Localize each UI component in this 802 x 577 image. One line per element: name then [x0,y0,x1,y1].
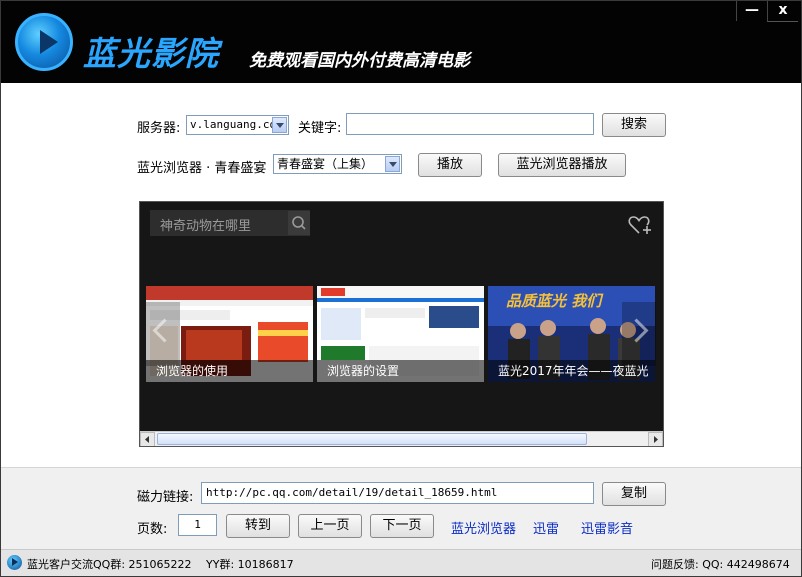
search-button[interactable]: 搜索 [602,113,666,137]
video-card-list: 浏览器的使用 浏览器的设置 品质蓝光 我们 蓝光2017年年会——夜蓝光 [146,286,663,382]
status-logo-icon [7,555,22,570]
goto-button[interactable]: 转到 [226,514,290,538]
app-slogan: 免费观看国内外付费高清电影 [249,51,470,71]
browser-play-button[interactable]: 蓝光浏览器播放 [498,153,626,177]
link-xunlei[interactable]: 迅雷 [533,518,559,537]
magnet-label: 磁力链接: [137,490,194,505]
embedded-browser: 神奇动物在哪里 浏览器的使用 浏览器的设置 品质蓝光 我们 蓝光2017年年会—… [139,201,664,447]
chevron-left-icon[interactable] [146,302,180,366]
status-bar: 蓝光客户交流QQ群: 251065222 YY群: 10186817 问题反馈:… [1,549,801,576]
qq-group-text: 蓝光客户交流QQ群: 251065222 [27,558,192,571]
server-value: v.languang.com [190,118,283,131]
browser-search-placeholder: 神奇动物在哪里 [160,219,252,234]
keyword-label: 关键字: [298,121,342,136]
server-label: 服务器: [137,121,181,136]
link-lanuang-browser[interactable]: 蓝光浏览器 [451,518,516,537]
app-title: 蓝光影院 [83,34,219,73]
link-xunlei-player[interactable]: 迅雷影音 [581,518,633,537]
chevron-right-icon[interactable] [622,302,656,366]
yy-group-text: YY群: 10186817 [206,558,294,571]
browser-search-box[interactable]: 神奇动物在哪里 [150,210,310,236]
minimize-button[interactable]: — [736,1,767,21]
close-button[interactable]: x [767,1,798,22]
episode-value: 青春盛宴（上集） [277,157,374,171]
app-header: 蓝光影院 免费观看国内外付费高清电影 — x [1,1,801,83]
page-number-input[interactable]: 1 [178,514,217,536]
prev-page-button[interactable]: 上一页 [298,514,362,538]
heart-plus-icon[interactable] [628,214,651,234]
scroll-thumb[interactable] [157,433,587,445]
episode-select[interactable]: 青春盛宴（上集） [273,154,402,174]
next-page-button[interactable]: 下一页 [370,514,434,538]
page-label: 页数: [137,522,168,537]
magnet-link-input[interactable]: http://pc.qq.com/detail/19/detail_18659.… [201,482,594,504]
scroll-left-icon[interactable] [140,432,155,446]
feedback-text: 问题反馈: QQ: 442498674 [651,558,790,571]
play-logo-icon [15,13,73,71]
keyword-input[interactable] [346,113,594,135]
app-window: 蓝光影院 免费观看国内外付费高清电影 — x 服务器: v.languang.c… [0,0,802,577]
search-icon[interactable] [288,211,310,235]
video-card[interactable]: 浏览器的设置 [317,286,484,382]
card-overlay-text: 品质蓝光 我们 [506,292,602,310]
video-card-caption: 浏览器的设置 [317,360,484,382]
dropdown-arrow-icon[interactable] [385,156,400,172]
server-select[interactable]: v.languang.com [186,115,289,135]
scroll-right-icon[interactable] [648,432,663,446]
episode-prefix-label: 蓝光浏览器 · 青春盛宴 [137,161,267,176]
copy-button[interactable]: 复制 [602,482,666,506]
play-button[interactable]: 播放 [418,153,482,177]
horizontal-scrollbar[interactable] [140,431,663,446]
dropdown-arrow-icon[interactable] [272,117,287,133]
